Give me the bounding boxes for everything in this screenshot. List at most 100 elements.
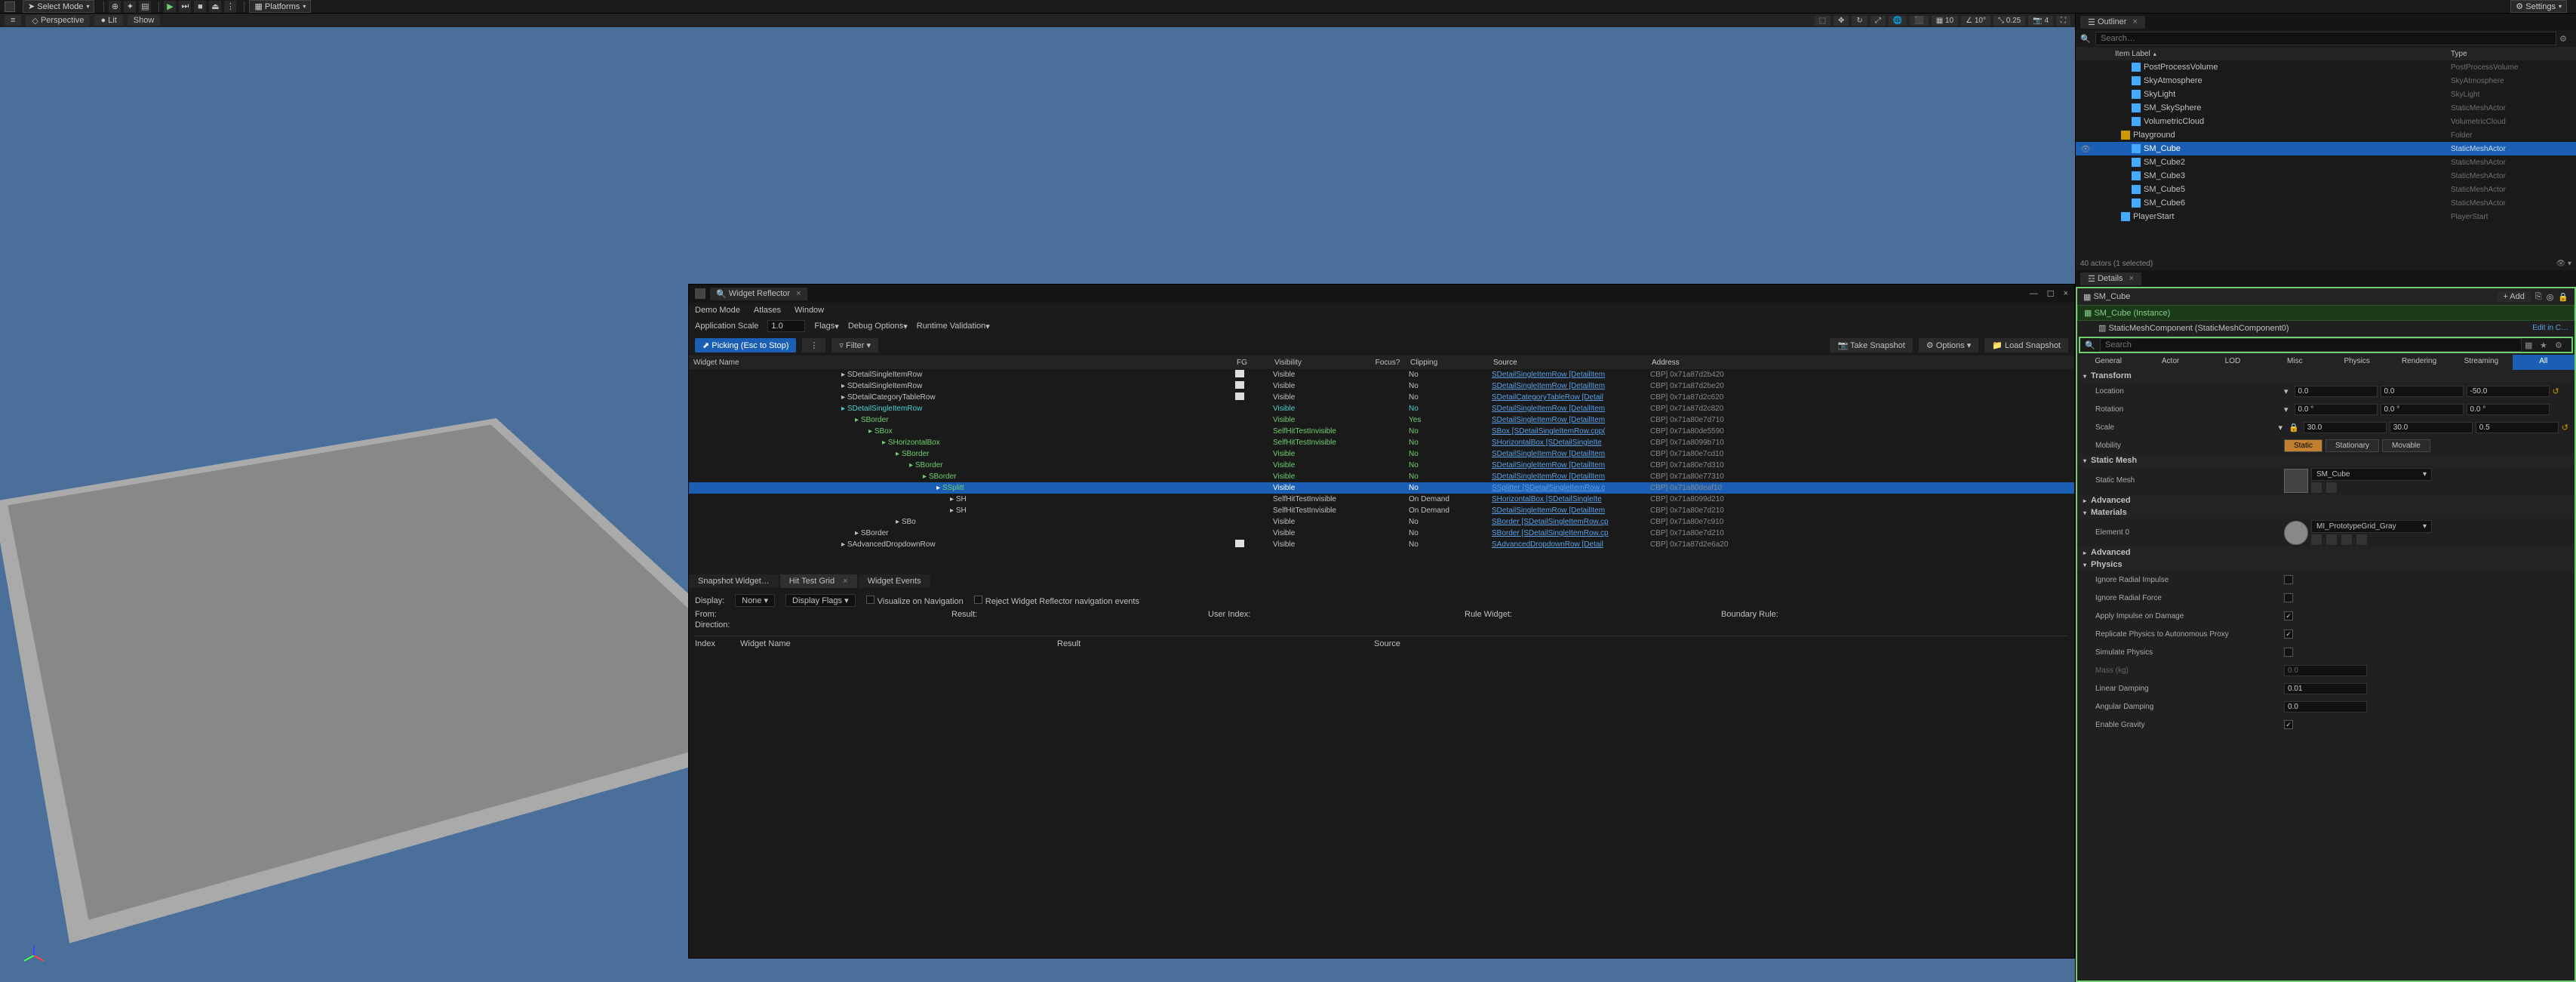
outliner-row[interactable]: VolumetricCloudVolumetricCloud	[2076, 115, 2576, 128]
gizmo-select-icon[interactable]: ⬚	[1815, 16, 1831, 26]
snapshot-widget-tab[interactable]: Snapshot Widget…	[689, 574, 779, 588]
tab-close-icon[interactable]: ×	[843, 577, 847, 586]
edit-in-cpp-link[interactable]: Edit in C…	[2532, 324, 2568, 332]
replicate-physics-checkbox[interactable]	[2284, 630, 2293, 639]
scale-snap-toggle[interactable]: ⤡ 0.25	[1993, 16, 2025, 26]
scale-y-input[interactable]	[2390, 422, 2473, 433]
tree-row[interactable]: ▸ SBorderVisibleNoSDetailSingleItemRow […	[689, 448, 2074, 460]
enable-gravity-checkbox[interactable]	[2284, 720, 2293, 729]
tree-row[interactable]: ▸ SDetailSingleItemRowVisibleNoSDetailSi…	[689, 369, 2074, 380]
use-selected-icon[interactable]	[2326, 534, 2337, 545]
level-viewport[interactable]: 🔍 Widget Reflector × — ☐ × Demo Mode Atl…	[0, 27, 2075, 982]
scale-x-input[interactable]	[2304, 422, 2387, 433]
tree-row[interactable]: ▸ SBorderVisibleNoSBorder [SDetailSingle…	[689, 528, 2074, 539]
load-snapshot-button[interactable]: 📁 Load Snapshot	[1984, 338, 2068, 352]
outliner-row[interactable]: SkyLightSkyLight	[2076, 88, 2576, 101]
skip-icon[interactable]: ⏭	[179, 1, 191, 13]
add-component-button[interactable]: + Add	[2497, 291, 2530, 302]
mobility-movable[interactable]: Movable	[2382, 439, 2430, 452]
favorite-icon[interactable]: ★	[2540, 340, 2552, 350]
tree-row[interactable]: ▸ SHorizontalBoxSelfHitTestInvisibleNoSH…	[689, 437, 2074, 448]
axis-dropdown-icon[interactable]: ▾	[2279, 423, 2283, 433]
mobility-static[interactable]: Static	[2284, 439, 2322, 452]
view-options-icon[interactable]: 👁 ▾	[2556, 260, 2572, 268]
filter-physics[interactable]: Physics	[2326, 355, 2388, 370]
outliner-row[interactable]: SM_Cube5StaticMeshActor	[2076, 183, 2576, 196]
outliner-tab[interactable]: ☰ Outliner ×	[2080, 16, 2145, 29]
marketplace-icon[interactable]: ✦	[124, 1, 136, 13]
settings-icon[interactable]: ⚙	[2555, 340, 2567, 350]
linear-damping-input[interactable]	[2284, 683, 2367, 694]
filter-misc[interactable]: Misc	[2264, 355, 2325, 370]
tab-close-icon[interactable]: ×	[796, 289, 801, 298]
lit-dropdown[interactable]: ● Lit	[94, 15, 122, 26]
material-dropdown[interactable]: MI_PrototypeGrid_Gray▾	[2311, 520, 2432, 533]
tree-row[interactable]: ▸ SHSelfHitTestInvisibleOn DemandSHorizo…	[689, 494, 2074, 505]
reset-icon[interactable]: ↺	[2553, 386, 2559, 396]
locate-icon[interactable]: ◎	[2547, 292, 2554, 302]
outliner-row[interactable]: PlayerStartPlayerStart	[2076, 210, 2576, 223]
col-visibility[interactable]: Visibility	[1274, 359, 1365, 367]
browse-icon[interactable]: ⎘	[2535, 292, 2542, 302]
details-search-input[interactable]	[2100, 338, 2522, 352]
outliner-search-input[interactable]	[2095, 32, 2556, 45]
gizmo-scale-icon[interactable]: ⤢	[1871, 16, 1886, 26]
reflector-titlebar[interactable]: 🔍 Widget Reflector × — ☐ ×	[689, 285, 2074, 303]
details-tab[interactable]: ☲ Details ×	[2080, 272, 2141, 285]
tree-row[interactable]: ▸ SAdvancedDropdownRowVisibleNoSAdvanced…	[689, 539, 2074, 550]
browse-asset-icon[interactable]	[2311, 482, 2322, 493]
close-window-icon[interactable]: ×	[2064, 289, 2068, 299]
materials-category[interactable]: ▾Materials	[2077, 506, 2574, 519]
transform-category[interactable]: ▾Transform	[2077, 370, 2574, 382]
widgetname-col[interactable]: Widget Name	[740, 639, 1057, 648]
settings-dropdown[interactable]: ⚙ Settings ▾	[2510, 0, 2567, 13]
tree-row[interactable]: ▸ SBorderVisibleNoSDetailSingleItemRow […	[689, 471, 2074, 482]
filter-general[interactable]: General	[2077, 355, 2139, 370]
outliner-row[interactable]: PostProcessVolumePostProcessVolume	[2076, 60, 2576, 74]
col-address[interactable]: Address	[1652, 359, 1750, 367]
col-fg[interactable]: FG	[1237, 359, 1274, 367]
app-logo[interactable]	[5, 2, 15, 12]
apply-impulse-checkbox[interactable]	[2284, 611, 2293, 620]
window-menu[interactable]: Window	[795, 306, 824, 315]
reflector-tab[interactable]: 🔍 Widget Reflector ×	[710, 288, 807, 300]
type-col[interactable]: Type	[2451, 50, 2571, 58]
outliner-row[interactable]: SM_SkySphereStaticMeshActor	[2076, 101, 2576, 115]
picking-button[interactable]: ⬈ Picking (Esc to Stop)	[695, 338, 796, 352]
filter-lod[interactable]: LOD	[2202, 355, 2264, 370]
hit-test-grid-tab[interactable]: Hit Test Grid ×	[780, 574, 857, 588]
tree-row[interactable]: ▸ SBorderVisibleNoSDetailSingleItemRow […	[689, 460, 2074, 471]
tree-row[interactable]: ▸ SDetailSingleItemRowVisibleNoSDetailSi…	[689, 403, 2074, 414]
widget-events-tab[interactable]: Widget Events	[859, 574, 930, 588]
edit-asset-icon[interactable]	[2341, 534, 2352, 545]
gizmo-move-icon[interactable]: ✥	[1834, 16, 1849, 26]
debug-options-dropdown[interactable]: Debug Options ▾	[848, 322, 908, 331]
source-col[interactable]: Source	[1374, 639, 1400, 648]
stop-icon[interactable]: ■	[194, 1, 206, 13]
result-col[interactable]: Result	[1057, 639, 1374, 648]
take-snapshot-button[interactable]: 📷 Take Snapshot	[1830, 338, 1912, 352]
rotation-z-input[interactable]	[2467, 404, 2550, 415]
rotation-y-input[interactable]	[2381, 404, 2464, 415]
filter-dropdown[interactable]: ▿ Filter ▾	[832, 338, 878, 352]
component-row[interactable]: ▥ StaticMeshComponent (StaticMeshCompone…	[2077, 321, 2574, 335]
ignore-radial-force-checkbox[interactable]	[2284, 593, 2293, 602]
tree-row[interactable]: ▸ SBoxSelfHitTestInvisibleNoSBox [SDetai…	[689, 426, 2074, 437]
show-dropdown[interactable]: Show	[128, 15, 161, 26]
flags-dropdown[interactable]: Flags ▾	[814, 322, 838, 331]
tree-row[interactable]: ▸ SSplittVisibleNoSSplitter [SDetailSing…	[689, 482, 2074, 494]
advanced-category[interactable]: ▸Advanced	[2077, 494, 2574, 506]
ignore-radial-impulse-checkbox[interactable]	[2284, 575, 2293, 584]
lock-icon[interactable]: 🔒	[2558, 292, 2568, 302]
scale-z-input[interactable]	[2476, 422, 2559, 433]
widget-tree[interactable]: ▸ SDetailSingleItemRowVisibleNoSDetailSi…	[689, 369, 2074, 573]
location-y-input[interactable]	[2381, 386, 2464, 397]
grid-snap-toggle[interactable]: ▦ 10	[1932, 16, 1958, 26]
outliner-row[interactable]: PlaygroundFolder	[2076, 128, 2576, 142]
tree-row[interactable]: ▸ SBorderVisibleYesSDetailSingleItemRow …	[689, 414, 2074, 426]
select-mode-dropdown[interactable]: ➤ Select Mode ▾	[23, 0, 94, 13]
demo-mode-menu[interactable]: Demo Mode	[695, 306, 740, 315]
camera-speed[interactable]: 📷 4	[2028, 16, 2053, 26]
static-mesh-dropdown[interactable]: SM_Cube▾	[2311, 468, 2432, 481]
physics-category[interactable]: ▾Physics	[2077, 559, 2574, 571]
